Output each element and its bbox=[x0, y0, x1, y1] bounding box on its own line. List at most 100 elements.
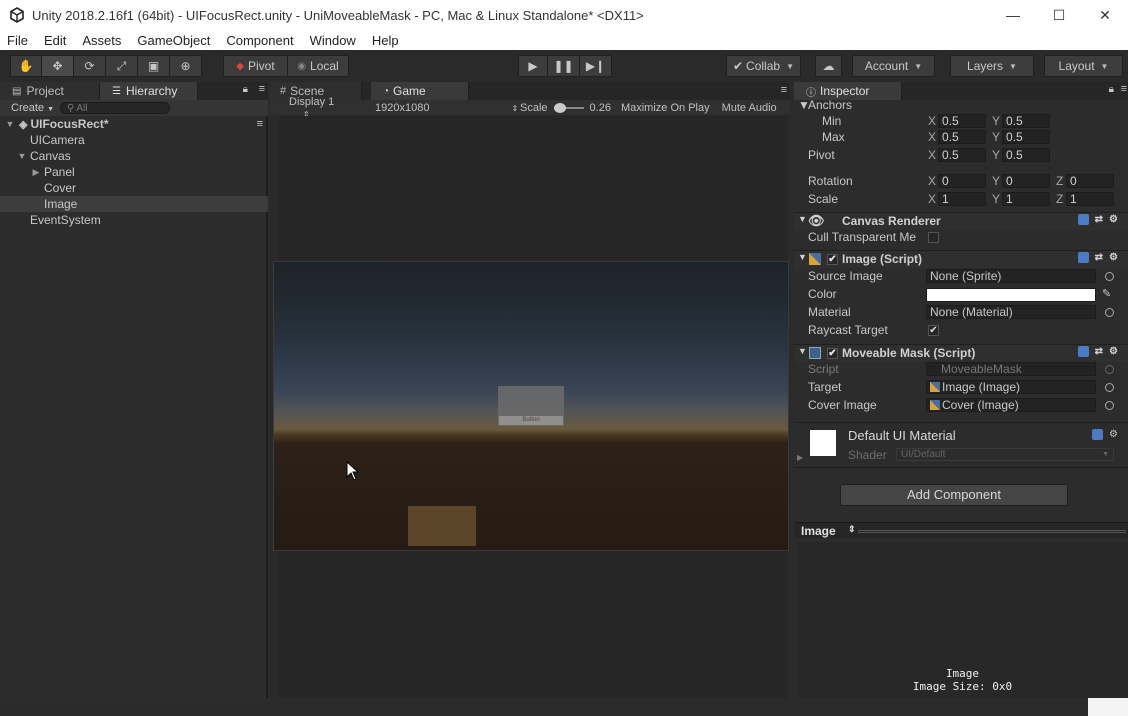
material-field[interactable]: None (Material) bbox=[926, 305, 1096, 319]
pivot-y-field[interactable]: 0.5 bbox=[1002, 148, 1050, 162]
anchor-max-y-field[interactable]: 0.5 bbox=[1002, 130, 1050, 144]
preset-icon[interactable]: ⇄ bbox=[1095, 252, 1103, 263]
hand-tool-button[interactable]: ✋ bbox=[10, 55, 42, 77]
menu-help[interactable]: Help bbox=[364, 33, 407, 48]
rotate-tool-button[interactable]: ⟳ bbox=[74, 55, 106, 77]
scale-slider[interactable] bbox=[553, 102, 584, 113]
gear-icon[interactable]: ⚙ bbox=[1109, 346, 1118, 357]
slider-thumb[interactable] bbox=[553, 102, 566, 113]
rotation-y-field[interactable]: 0 bbox=[1002, 174, 1050, 188]
drag-handle[interactable] bbox=[858, 530, 1126, 533]
moveable-mask-enabled-checkbox[interactable]: ✔ bbox=[827, 348, 838, 359]
cull-transparent-checkbox[interactable] bbox=[928, 232, 939, 243]
help-book-icon[interactable] bbox=[1077, 346, 1089, 357]
close-button[interactable]: ✕ bbox=[1082, 0, 1128, 30]
transform-tool-button[interactable]: ⊕ bbox=[170, 55, 202, 77]
pivot-x-field[interactable]: 0.5 bbox=[938, 148, 986, 162]
tree-item-uicamera[interactable]: UICamera bbox=[0, 132, 268, 148]
menu-window[interactable]: Window bbox=[302, 33, 364, 48]
scene-root-row[interactable]: ▼ ◈ UIFocusRect* ≡ bbox=[0, 116, 268, 132]
image-component-header[interactable]: ▼ ✔ Image (Script) ⇄ ⚙ bbox=[794, 250, 1128, 268]
menu-file[interactable]: File bbox=[0, 33, 36, 48]
pause-button[interactable]: ❚❚ bbox=[548, 55, 580, 77]
gear-icon[interactable]: ⚙ bbox=[1109, 214, 1118, 225]
play-button[interactable]: ▶ bbox=[518, 55, 548, 77]
object-picker-icon[interactable] bbox=[1105, 308, 1114, 317]
panel-menu-icon[interactable]: ≡ bbox=[781, 84, 787, 96]
raycast-checkbox[interactable]: ✔ bbox=[928, 325, 939, 336]
anchor-max-x-field[interactable]: 0.5 bbox=[938, 130, 986, 144]
expand-arrow-icon[interactable]: ▼ bbox=[798, 252, 807, 262]
scale-x-field[interactable]: 1 bbox=[938, 192, 986, 206]
help-book-icon[interactable] bbox=[1092, 429, 1104, 440]
object-picker-icon[interactable] bbox=[1105, 401, 1114, 410]
tree-item-canvas[interactable]: ▼ Canvas bbox=[0, 148, 268, 164]
cloud-button[interactable]: ☁ bbox=[815, 55, 842, 77]
menu-edit[interactable]: Edit bbox=[36, 33, 74, 48]
preset-icon[interactable]: ⇄ bbox=[1095, 214, 1103, 225]
account-dropdown[interactable]: Account ▼ bbox=[852, 55, 935, 77]
move-tool-button[interactable]: ✥ bbox=[42, 55, 74, 77]
rotation-x-field[interactable]: 0 bbox=[938, 174, 986, 188]
tree-item-panel[interactable]: ▶ Panel bbox=[0, 164, 268, 180]
rotation-z-field[interactable]: 0 bbox=[1066, 174, 1114, 188]
gear-icon[interactable]: ⚙ bbox=[1109, 252, 1118, 263]
help-book-icon[interactable] bbox=[1077, 214, 1089, 225]
object-picker-icon[interactable] bbox=[1105, 272, 1114, 281]
tree-item-eventsystem[interactable]: EventSystem bbox=[0, 212, 268, 228]
image-enabled-checkbox[interactable]: ✔ bbox=[827, 254, 838, 265]
hierarchy-search-input[interactable]: ⚲ All bbox=[60, 102, 171, 114]
anchor-min-y-field[interactable]: 0.5 bbox=[1002, 114, 1050, 128]
expand-arrow-icon[interactable]: ▼ bbox=[4, 119, 16, 129]
lock-icon[interactable]: 🔒︎ bbox=[1109, 84, 1114, 95]
tree-item-cover[interactable]: Cover bbox=[0, 180, 268, 196]
menu-gameobject[interactable]: GameObject bbox=[129, 33, 218, 48]
mute-audio-toggle[interactable]: Mute Audio bbox=[716, 102, 783, 114]
ui-button[interactable]: Button bbox=[498, 386, 564, 426]
create-dropdown[interactable]: Create ▼ bbox=[0, 102, 60, 114]
scene-menu-icon[interactable]: ≡ bbox=[257, 118, 263, 130]
add-component-button[interactable]: Add Component bbox=[840, 484, 1068, 506]
moveable-mask-header[interactable]: ▼ ✔ Moveable Mask (Script) ⇄ ⚙ bbox=[794, 344, 1128, 362]
collapse-arrow-icon[interactable]: ▶ bbox=[30, 167, 42, 178]
scale-tool-button[interactable]: ⤢ bbox=[106, 55, 138, 77]
anchor-min-x-field[interactable]: 0.5 bbox=[938, 114, 986, 128]
cover-image-field[interactable]: Cover (Image) bbox=[926, 398, 1096, 412]
expand-arrow-icon[interactable]: ▼ bbox=[798, 214, 807, 224]
scale-y-field[interactable]: 1 bbox=[1002, 192, 1050, 206]
menu-component[interactable]: Component bbox=[218, 33, 301, 48]
target-field[interactable]: Image (Image) bbox=[926, 380, 1096, 394]
tab-hierarchy[interactable]: ☰ Hierarchy bbox=[100, 82, 198, 100]
gear-icon[interactable]: ⚙ bbox=[1109, 429, 1118, 440]
scale-z-field[interactable]: 1 bbox=[1066, 192, 1114, 206]
maximize-on-play-toggle[interactable]: Maximize On Play bbox=[617, 102, 716, 114]
menu-assets[interactable]: Assets bbox=[74, 33, 129, 48]
object-picker-icon[interactable] bbox=[1105, 383, 1114, 392]
help-book-icon[interactable] bbox=[1077, 252, 1089, 263]
color-swatch[interactable] bbox=[926, 288, 1096, 302]
resolution-dropdown[interactable]: 1920x1080 ⇕ bbox=[354, 102, 518, 114]
rect-tool-button[interactable]: ▣ bbox=[138, 55, 170, 77]
pivot-toggle[interactable]: ◆ Pivot bbox=[223, 55, 288, 77]
panel-menu-icon[interactable]: ≡ bbox=[259, 83, 265, 95]
panel-menu-icon[interactable]: ≡ bbox=[1121, 83, 1127, 95]
tab-project[interactable]: ▤ Project bbox=[0, 82, 100, 100]
expand-arrow-icon[interactable]: ▼ bbox=[16, 151, 28, 161]
tab-game[interactable]: ◔ Game bbox=[371, 82, 469, 100]
collapse-arrow-icon[interactable]: ▶ bbox=[797, 453, 803, 462]
maximize-button[interactable]: ☐ bbox=[1036, 0, 1082, 30]
collab-dropdown[interactable]: ✔ Collab ▼ bbox=[726, 55, 801, 77]
step-button[interactable]: ▶❙ bbox=[580, 55, 612, 77]
lock-icon[interactable]: 🔒︎ bbox=[243, 84, 248, 95]
local-toggle[interactable]: ◉ Local bbox=[288, 55, 349, 77]
layers-dropdown[interactable]: Layers ▼ bbox=[950, 55, 1034, 77]
eyedropper-icon[interactable]: ✎ bbox=[1102, 287, 1111, 300]
layout-dropdown[interactable]: Layout ▼ bbox=[1044, 55, 1123, 77]
source-image-field[interactable]: None (Sprite) bbox=[926, 269, 1096, 283]
canvas-renderer-header[interactable]: ▼ 👁︎ Canvas Renderer ⇄ ⚙ bbox=[794, 212, 1128, 230]
game-render[interactable]: Button bbox=[273, 261, 789, 551]
anchors-row[interactable]: ▼ Anchors bbox=[794, 98, 1128, 114]
tree-item-image[interactable]: Image bbox=[0, 196, 268, 212]
minimize-button[interactable]: — bbox=[990, 0, 1036, 30]
preview-header[interactable]: Image ⇕ bbox=[794, 522, 1128, 538]
